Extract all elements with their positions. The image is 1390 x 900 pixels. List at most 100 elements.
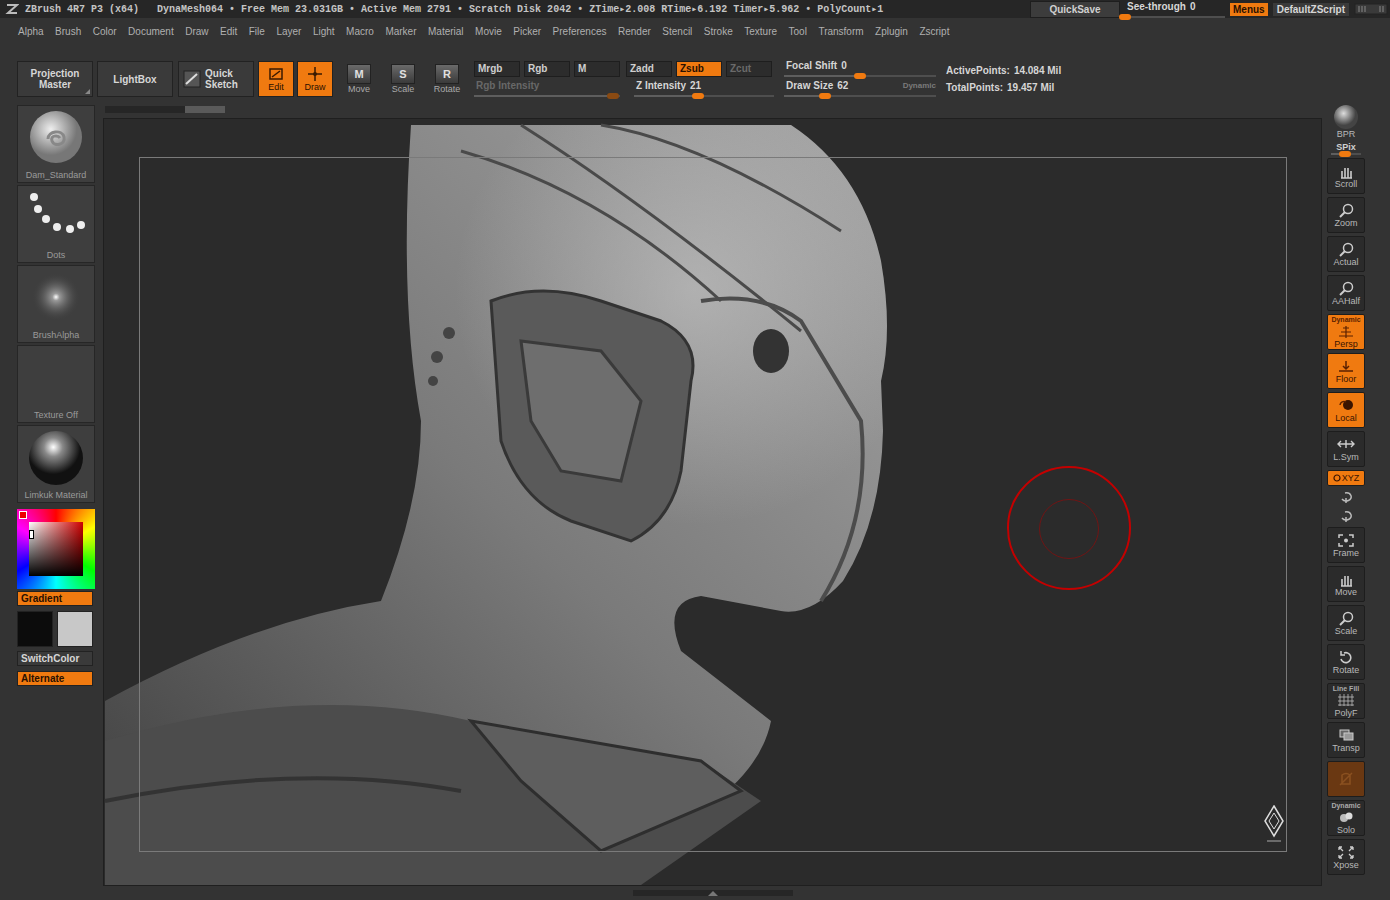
texture-slot[interactable]: Texture Off — [17, 345, 95, 423]
button-caption: Dynamic — [1331, 316, 1360, 324]
menu-item[interactable]: Stencil — [662, 26, 692, 37]
dynamic-toggle[interactable]: Dynamic — [903, 80, 936, 92]
mode-button[interactable]: Draw — [297, 61, 333, 97]
menu-item[interactable]: File — [249, 26, 265, 37]
scroll-thumb[interactable] — [185, 106, 225, 113]
button-label: L.Sym — [1333, 452, 1359, 462]
solo-button[interactable]: DynamicSolo — [1327, 800, 1365, 836]
icon-shape — [105, 125, 887, 885]
transp-button[interactable]: Transp — [1327, 722, 1365, 758]
button-caption: Line Fill — [1333, 685, 1359, 693]
material-slot[interactable]: Limkuk Material — [17, 425, 95, 503]
color-mode-button[interactable]: Rgb — [524, 61, 570, 77]
button-label: Projection Master — [24, 68, 86, 90]
draw-size-slider[interactable]: Draw Size62Dynamic — [784, 80, 936, 98]
rotate-axis-icon — [1338, 490, 1354, 504]
color-mode-button[interactable]: Mrgb — [474, 61, 520, 77]
zoom-button[interactable]: Zoom — [1327, 197, 1365, 233]
see-through-slider[interactable]: See-through0 — [1125, 1, 1225, 18]
scale-button[interactable]: Scale — [1327, 605, 1365, 641]
bpr-button[interactable]: BPR — [1327, 103, 1365, 139]
menu-item[interactable]: Texture — [744, 26, 777, 37]
scroll-track[interactable] — [633, 890, 793, 896]
secondary-color-swatch[interactable] — [57, 611, 93, 647]
alternate-button[interactable]: Alternate — [17, 671, 93, 686]
gradient-button[interactable]: Gradient — [17, 591, 93, 606]
zoom-icon — [1337, 203, 1355, 218]
xpose-button[interactable]: Xpose — [1327, 839, 1365, 875]
z-mode-button[interactable]: Zsub — [676, 61, 722, 77]
brush-slot[interactable]: Dam_Standard — [17, 105, 95, 183]
menu-item[interactable]: Render — [618, 26, 651, 37]
rotate-button[interactable] — [1327, 489, 1365, 505]
polyf-button[interactable]: Line Fill PolyF — [1327, 683, 1365, 719]
icon-drawing — [5, 3, 19, 15]
scroll-track[interactable] — [105, 106, 225, 113]
menu-item[interactable]: Preferences — [553, 26, 607, 37]
local-button[interactable]: Local — [1327, 392, 1365, 428]
menu-item[interactable]: Material — [428, 26, 464, 37]
local-icon — [1337, 398, 1355, 413]
rotate-button[interactable] — [1327, 508, 1365, 524]
icon-shape — [66, 225, 74, 233]
stroke-slot[interactable]: Dots — [17, 185, 95, 263]
brush-cursor-inner — [1039, 499, 1099, 559]
mode-button[interactable]: Edit — [258, 61, 294, 97]
z-intensity-slider[interactable]: Z Intensity21 — [634, 80, 774, 98]
ghost-button — [1327, 761, 1365, 797]
menu-item[interactable]: Brush — [55, 26, 81, 37]
lsym-button[interactable]: L.Sym — [1327, 431, 1365, 467]
menu-item[interactable]: Light — [313, 26, 335, 37]
menu-item[interactable]: Edit — [220, 26, 237, 37]
menu-item[interactable]: Picker — [513, 26, 541, 37]
quicksave-button[interactable]: QuickSave — [1030, 1, 1120, 18]
transform-button[interactable]: RRotate — [428, 64, 466, 94]
button-label: Move — [1335, 587, 1357, 597]
menu-item[interactable]: Layer — [276, 26, 301, 37]
document-canvas[interactable] — [103, 118, 1322, 886]
transform-button[interactable]: SScale — [384, 64, 422, 94]
menu-item[interactable]: Macro — [346, 26, 374, 37]
icon-shape — [42, 215, 50, 223]
persp-button[interactable]: DynamicPersp — [1327, 314, 1365, 350]
quick-sketch-button[interactable]: Quick Sketch — [178, 61, 254, 97]
menu-item[interactable]: Zscript — [919, 26, 949, 37]
color-picker[interactable] — [17, 509, 95, 589]
projection-master-button[interactable]: Projection Master — [17, 61, 93, 97]
menu-item[interactable]: Document — [128, 26, 174, 37]
title-bar-controls: QuickSave See-through0 Menus DefaultZScript — [1030, 0, 1390, 18]
lightbox-button[interactable]: LightBox — [97, 61, 173, 97]
menu-item[interactable]: Movie — [475, 26, 502, 37]
icon-shape — [521, 341, 641, 481]
switch-color-button[interactable]: SwitchColor — [17, 651, 93, 666]
menu-item[interactable]: Tool — [789, 26, 807, 37]
icon-shape — [308, 67, 322, 81]
menu-item[interactable]: Alpha — [18, 26, 44, 37]
button-label: PolyF — [1334, 708, 1357, 718]
rotate-button[interactable]: Rotate — [1327, 644, 1365, 680]
xyz-button[interactable]: XYZ — [1327, 470, 1365, 486]
left-shelf: Dam_StandardDotsBrushAlphaTexture OffLim… — [0, 100, 103, 900]
menu-item[interactable]: Transform — [818, 26, 863, 37]
move-button[interactable]: Move — [1327, 566, 1365, 602]
menus-button[interactable]: Menus — [1230, 3, 1268, 16]
aahalf-button[interactable]: AAHalf — [1327, 275, 1365, 311]
menu-item[interactable]: Color — [93, 26, 117, 37]
frame-button[interactable]: Frame — [1327, 527, 1365, 563]
menu-item[interactable]: Marker — [385, 26, 416, 37]
z-mode-button[interactable]: Zadd — [626, 61, 672, 77]
script-button[interactable]: DefaultZScript — [1273, 3, 1349, 16]
alpha-slot[interactable]: BrushAlpha — [17, 265, 95, 343]
menu-item[interactable]: Zplugin — [875, 26, 908, 37]
spix-slider[interactable]: SPix — [1327, 142, 1365, 155]
menu-item[interactable]: Stroke — [704, 26, 733, 37]
scroll-button[interactable]: Scroll — [1327, 158, 1365, 194]
floor-button[interactable]: Floor — [1327, 353, 1365, 389]
transform-button[interactable]: MMove — [340, 64, 378, 94]
focal-shift-slider[interactable]: Focal Shift0 — [784, 60, 936, 78]
color-mode-button[interactable]: M — [574, 61, 620, 77]
icon-shape — [32, 273, 80, 321]
main-color-swatch[interactable] — [17, 611, 53, 647]
menu-item[interactable]: Draw — [185, 26, 208, 37]
actual-button[interactable]: Actual — [1327, 236, 1365, 272]
